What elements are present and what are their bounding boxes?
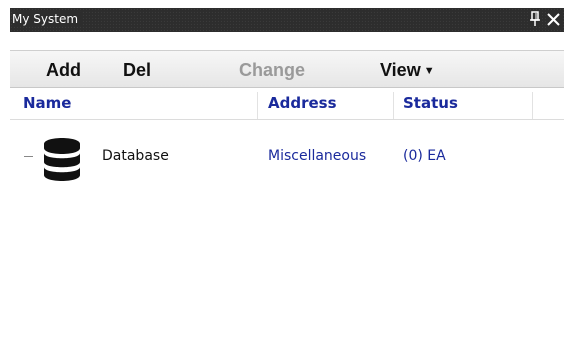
view-label: View (380, 60, 421, 80)
row-address: Miscellaneous (268, 148, 367, 164)
window-title: My System (12, 12, 83, 26)
tree-connector (24, 156, 33, 157)
title-bar[interactable]: My System (10, 8, 564, 32)
row-name: Database (102, 148, 169, 164)
tree-row[interactable]: Database Miscellaneous (0) EA (10, 134, 564, 182)
database-icon (40, 136, 84, 182)
column-header-name[interactable]: Name (23, 94, 71, 112)
change-button[interactable]: Change (239, 59, 305, 81)
my-system-panel: My System Add Del Change View ▼ Name Addr… (0, 0, 564, 348)
toolbar: Add Del Change View ▼ (10, 50, 564, 88)
add-button[interactable]: Add (46, 59, 81, 81)
view-menu-button[interactable]: View ▼ (380, 59, 435, 82)
column-divider[interactable] (257, 92, 258, 119)
pin-icon[interactable] (528, 11, 542, 27)
table-header: Name Address Status (10, 92, 564, 120)
caret-down-icon: ▼ (423, 65, 435, 77)
del-button[interactable]: Del (123, 59, 151, 81)
column-divider[interactable] (393, 92, 394, 119)
column-header-status[interactable]: Status (403, 94, 458, 112)
row-status: (0) EA (403, 148, 446, 164)
column-divider[interactable] (532, 92, 533, 119)
close-icon[interactable] (546, 10, 562, 28)
column-header-address[interactable]: Address (268, 94, 337, 112)
